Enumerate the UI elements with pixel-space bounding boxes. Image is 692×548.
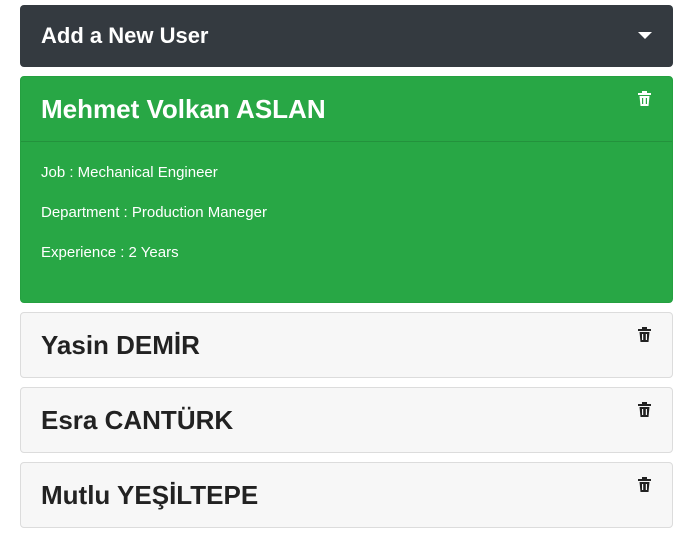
caret-down-icon[interactable]: [638, 31, 652, 41]
user-job: Job : Mechanical Engineer: [41, 164, 218, 181]
user-card-header[interactable]: Yasin DEMİR: [21, 313, 672, 377]
user-name: Mutlu YEŞİLTEPE: [41, 479, 259, 510]
user-card: Mehmet Volkan ASLAN Job : Mechanical Eng…: [20, 76, 673, 303]
user-card: Esra CANTÜRK: [20, 387, 673, 453]
user-department: Department : Production Maneger: [41, 204, 267, 221]
user-card-header[interactable]: Mutlu YEŞİLTEPE: [21, 463, 672, 527]
trash-icon[interactable]: [638, 477, 651, 492]
user-experience: Experience : 2 Years: [41, 244, 179, 261]
add-user-toggle[interactable]: Add a New User: [20, 5, 673, 67]
trash-icon[interactable]: [638, 327, 651, 342]
add-user-title: Add a New User: [41, 23, 209, 48]
user-card-header[interactable]: Esra CANTÜRK: [21, 388, 672, 452]
user-card: Yasin DEMİR: [20, 312, 673, 378]
user-details: Job : Mechanical Engineer Department : P…: [21, 142, 672, 302]
user-card-header[interactable]: Mehmet Volkan ASLAN: [21, 77, 672, 142]
user-name: Mehmet Volkan ASLAN: [41, 93, 326, 124]
user-name: Yasin DEMİR: [41, 329, 200, 360]
user-name: Esra CANTÜRK: [41, 404, 234, 435]
user-list-container: Add a New User Mehmet Volkan ASLAN Job :…: [20, 5, 673, 528]
trash-icon[interactable]: [638, 91, 651, 106]
user-card: Mutlu YEŞİLTEPE: [20, 462, 673, 528]
trash-icon[interactable]: [638, 402, 651, 417]
